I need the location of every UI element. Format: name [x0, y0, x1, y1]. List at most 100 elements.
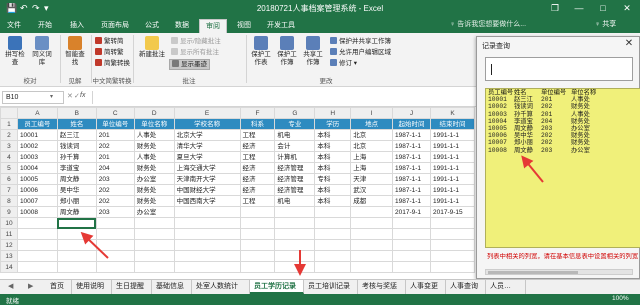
cell[interactable]: 天津: [350, 173, 394, 185]
cell[interactable]: 机电: [274, 195, 316, 207]
name-box[interactable]: B10: [2, 91, 64, 104]
show-all-comments-button[interactable]: 显示所有批注: [171, 48, 219, 57]
cell[interactable]: [314, 250, 352, 262]
sheet-tab[interactable]: 处室人数统计: [192, 280, 250, 294]
tab-view[interactable]: 视图: [232, 19, 256, 33]
cell[interactable]: 10007: [16, 195, 58, 207]
header-cell[interactable]: 地点: [350, 118, 394, 130]
cell[interactable]: [350, 239, 394, 251]
cell[interactable]: 1987-1-1: [392, 195, 431, 207]
cell[interactable]: [239, 250, 276, 262]
cell[interactable]: 10005: [16, 173, 58, 185]
tab-review[interactable]: 审阅: [199, 19, 227, 33]
header-cell[interactable]: 结束时间: [429, 118, 475, 130]
header-cell[interactable]: 学历: [314, 118, 352, 130]
cell[interactable]: [133, 250, 175, 262]
cell[interactable]: 204: [95, 162, 135, 174]
cell[interactable]: 2017-9-1: [392, 206, 431, 218]
list-item[interactable]: 10007 郑小丽 202 财务处: [486, 139, 640, 146]
column-header[interactable]: E: [173, 107, 241, 119]
cell[interactable]: 工程: [239, 151, 276, 163]
cell[interactable]: [392, 261, 431, 273]
cell[interactable]: 1987-1-1: [392, 184, 431, 196]
cell[interactable]: 经济: [239, 140, 276, 152]
row-header[interactable]: 9: [0, 206, 18, 218]
cell[interactable]: 工程: [239, 195, 276, 207]
cell[interactable]: [239, 239, 276, 251]
cell[interactable]: [429, 250, 475, 262]
cell[interactable]: 办公室: [133, 173, 175, 185]
cell[interactable]: 财务处: [133, 162, 175, 174]
cell[interactable]: [274, 261, 316, 273]
header-cell[interactable]: 起始时间: [392, 118, 431, 130]
cell[interactable]: [239, 261, 276, 273]
cell[interactable]: [239, 206, 276, 218]
cell[interactable]: 本科: [314, 140, 352, 152]
cell[interactable]: 上海: [350, 151, 394, 163]
column-header[interactable]: F: [239, 107, 276, 119]
cell[interactable]: [314, 228, 352, 240]
cell[interactable]: 202: [95, 184, 135, 196]
trad-to-simp-button[interactable]: 繁转简: [95, 37, 124, 46]
cell[interactable]: 10002: [16, 140, 58, 152]
result-list[interactable]: 员工编号 姓名 单位编号 单位名称 10001 赵三江 201 人事处 10002 钱读词 202 财…: [485, 88, 640, 248]
zoom-level[interactable]: 100%: [612, 295, 629, 302]
column-header[interactable]: G: [274, 107, 316, 119]
cell[interactable]: 10003: [16, 151, 58, 163]
cell[interactable]: [314, 261, 352, 273]
cell[interactable]: [392, 250, 431, 262]
cell[interactable]: 1987-1-1: [392, 140, 431, 152]
column-header[interactable]: D: [133, 107, 175, 119]
cell[interactable]: [133, 261, 175, 273]
cell[interactable]: [274, 228, 316, 240]
convert-button[interactable]: 简繁转换: [95, 59, 130, 68]
cell[interactable]: 计算机: [274, 151, 316, 163]
cell[interactable]: 本科: [314, 129, 352, 141]
cell[interactable]: [350, 261, 394, 273]
track-changes-button[interactable]: 修订 ▾: [330, 59, 357, 68]
share-workbook-button[interactable]: 共享工作簿: [301, 36, 325, 67]
close-button[interactable]: ✕: [616, 1, 638, 16]
cell[interactable]: 周文静: [56, 173, 97, 185]
cell[interactable]: [133, 217, 175, 229]
cell[interactable]: 1991-1-1: [429, 129, 475, 141]
cell[interactable]: 清华大学: [173, 140, 241, 152]
cell[interactable]: 办公室: [133, 206, 175, 218]
cell[interactable]: 武汉: [350, 184, 394, 196]
cell[interactable]: 本科: [314, 184, 352, 196]
cell[interactable]: 1991-1-1: [429, 140, 475, 152]
tell-me-search[interactable]: ♀ 告诉我您想要做什么...: [450, 19, 585, 31]
column-header[interactable]: J: [392, 107, 431, 119]
new-comment-button[interactable]: 新建批注: [137, 36, 167, 59]
cell[interactable]: 专科: [314, 173, 352, 185]
cell[interactable]: 郑小丽: [56, 195, 97, 207]
list-header[interactable]: 员工编号 姓名 单位编号 单位名称: [486, 89, 640, 96]
row-header[interactable]: 5: [0, 162, 18, 174]
sheet-prev-icon[interactable]: ◀: [8, 282, 13, 290]
cell[interactable]: [350, 206, 394, 218]
cell[interactable]: [350, 250, 394, 262]
list-item[interactable]: 10004 李道宝 204 财务处: [486, 118, 640, 125]
sheet-tab[interactable]: 首页: [46, 280, 72, 294]
cell[interactable]: [429, 239, 475, 251]
cell[interactable]: 财务处: [133, 140, 175, 152]
list-item[interactable]: 10002 钱读词 202 财务处: [486, 103, 640, 110]
minimize-button[interactable]: —: [568, 1, 590, 16]
cell[interactable]: [392, 228, 431, 240]
cell[interactable]: 1987-1-1: [392, 151, 431, 163]
cell[interactable]: 孙千算: [56, 151, 97, 163]
cell[interactable]: 上海交通大学: [173, 162, 241, 174]
cell[interactable]: 201: [95, 151, 135, 163]
cell[interactable]: 上海: [350, 162, 394, 174]
row-header[interactable]: 8: [0, 195, 18, 207]
ribbon-display-icon[interactable]: ❐: [544, 1, 566, 16]
cell[interactable]: 北京: [350, 140, 394, 152]
cancel-entry-icon[interactable]: ✕: [67, 92, 73, 100]
sheet-tab[interactable]: 员工学历记录: [250, 280, 304, 294]
list-item[interactable]: 10003 孙千算 201 人事处: [486, 111, 640, 118]
cell[interactable]: 天津南开大学: [173, 173, 241, 185]
cell[interactable]: [274, 217, 316, 229]
cell[interactable]: [429, 261, 475, 273]
cell[interactable]: 李道宝: [56, 162, 97, 174]
protect-sheet-button[interactable]: 保护工作表: [249, 36, 273, 67]
